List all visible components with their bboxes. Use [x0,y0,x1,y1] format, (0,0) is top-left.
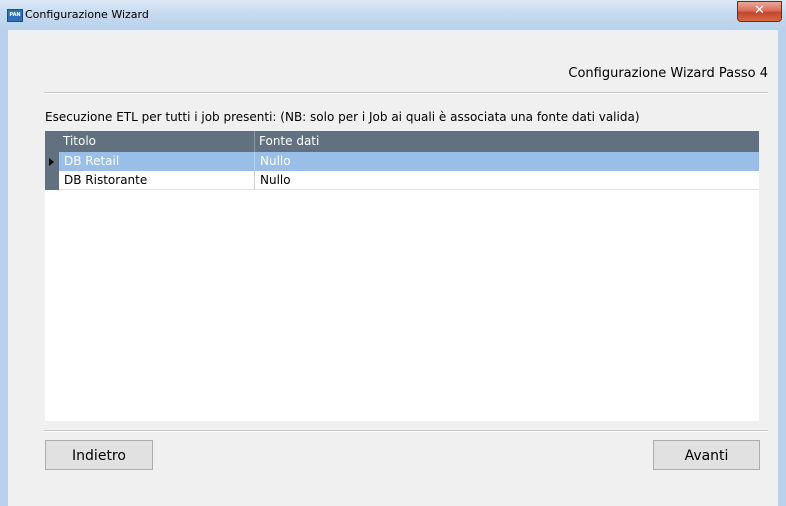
close-button[interactable]: ✕ [737,1,782,22]
close-icon: ✕ [754,3,765,18]
table-row[interactable]: DB Retail Nullo [59,152,759,171]
header-divider [44,92,768,94]
app-icon: PAN [7,9,23,22]
step-title: Configurazione Wizard Passo 4 [568,66,768,81]
current-row-indicator-icon [49,158,54,166]
cell-titolo[interactable]: DB Retail [59,152,255,171]
column-header-fonte-dati[interactable]: Fonte dati [255,131,455,152]
cell-titolo[interactable]: DB Ristorante [59,171,255,190]
grid-header: Titolo Fonte dati [45,131,759,152]
title-bar[interactable]: PAN Configurazione Wizard ✕ [0,0,786,30]
wizard-window: PAN Configurazione Wizard ✕ Configurazio… [0,0,786,506]
table-row[interactable]: DB Ristorante Nullo [59,171,759,190]
cell-fonte-dati[interactable]: Nullo [255,152,759,171]
back-button[interactable]: Indietro [45,440,153,470]
cell-fonte-dati[interactable]: Nullo [255,171,759,190]
column-header-titolo[interactable]: Titolo [59,131,255,152]
instruction-text: Esecuzione ETL per tutti i job presenti:… [45,110,640,124]
window-title: Configurazione Wizard [25,8,149,21]
footer-divider [44,430,768,432]
next-button[interactable]: Avanti [653,440,760,470]
dialog-body: Configurazione Wizard Passo 4 Esecuzione… [8,30,778,506]
jobs-grid[interactable]: Titolo Fonte dati DB Retail Nullo DB Ris… [45,131,759,421]
